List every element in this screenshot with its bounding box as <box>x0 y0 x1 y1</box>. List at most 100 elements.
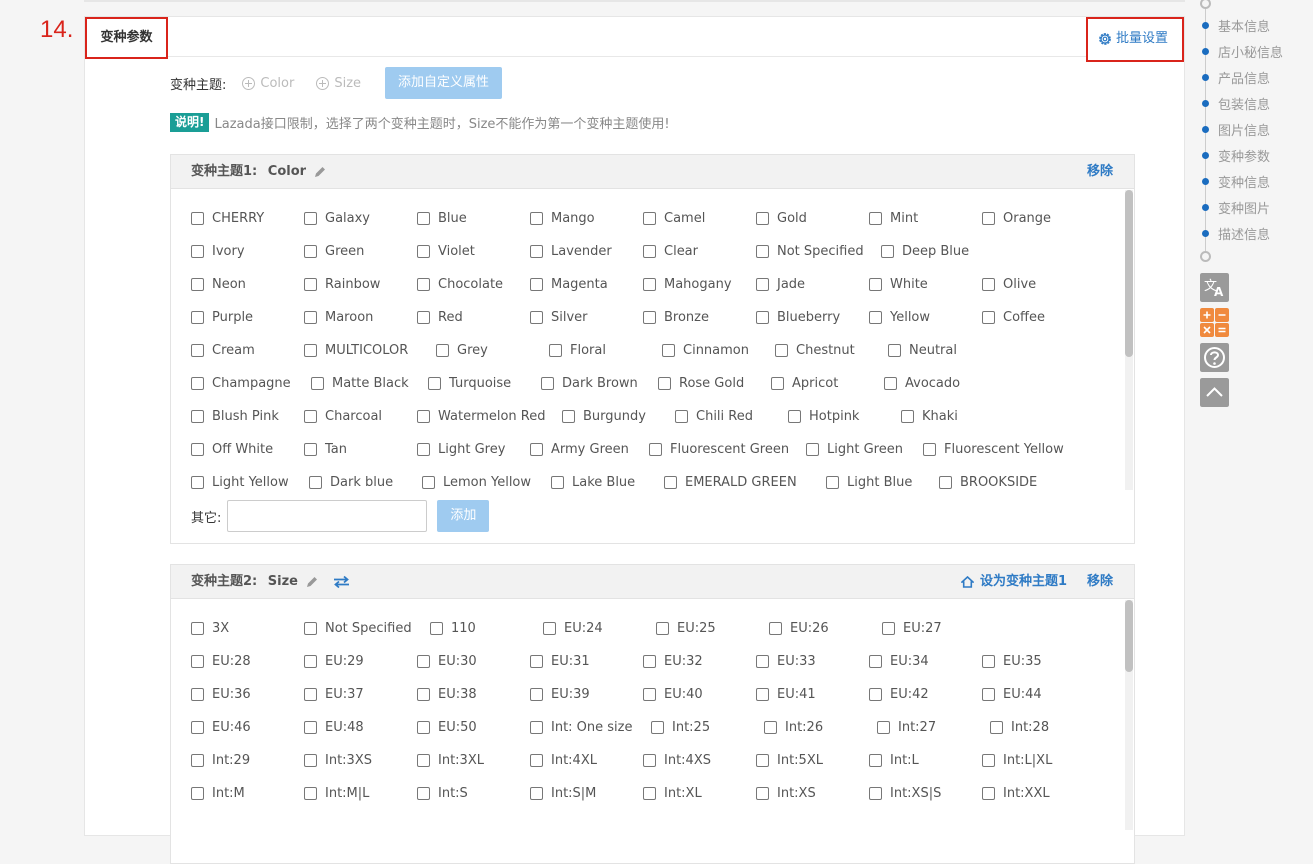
scroll-thumb[interactable] <box>1125 600 1133 672</box>
checkbox[interactable] <box>304 245 317 258</box>
variant-option[interactable]: Champagne <box>191 376 291 391</box>
variant-option[interactable]: Avocado <box>884 376 960 391</box>
variant-option[interactable]: Int:M|L <box>304 786 369 801</box>
batch-settings-button[interactable]: 批量设置 <box>1086 17 1184 62</box>
checkbox[interactable] <box>530 754 543 767</box>
variant-option[interactable]: Mint <box>869 211 918 226</box>
variant-option[interactable]: EU:40 <box>643 687 703 702</box>
variant-option[interactable]: Int:XS|S <box>869 786 941 801</box>
checkbox[interactable] <box>939 476 952 489</box>
variant-option[interactable]: Apricot <box>771 376 838 391</box>
checkbox[interactable] <box>436 344 449 357</box>
variant-option[interactable]: Fluorescent Green <box>649 442 789 457</box>
variant-option[interactable]: 3X <box>191 621 229 636</box>
variant-option[interactable]: Purple <box>191 310 253 325</box>
variant-option[interactable]: EU:28 <box>191 654 251 669</box>
checkbox[interactable] <box>869 787 882 800</box>
nav-item[interactable]: 图片信息 <box>1195 116 1313 142</box>
checkbox[interactable] <box>982 311 995 324</box>
variant-option[interactable]: EU:30 <box>417 654 477 669</box>
checkbox[interactable] <box>191 688 204 701</box>
checkbox[interactable] <box>982 688 995 701</box>
nav-item[interactable]: 变种参数 <box>1195 142 1313 168</box>
checkbox[interactable] <box>191 344 204 357</box>
variant-option[interactable]: Int:L|XL <box>982 753 1052 768</box>
add-button[interactable]: 添加 <box>437 500 490 532</box>
checkbox[interactable] <box>191 655 204 668</box>
checkbox[interactable] <box>304 622 317 635</box>
checkbox[interactable] <box>191 622 204 635</box>
checkbox[interactable] <box>304 721 317 734</box>
checkbox[interactable] <box>530 311 543 324</box>
variant-option[interactable]: Int:S|M <box>530 786 596 801</box>
theme-1-remove-button[interactable]: 移除 <box>1087 155 1113 189</box>
theme-2-remove-button[interactable]: 移除 <box>1087 565 1113 599</box>
variant-option[interactable]: Floral <box>549 343 606 358</box>
variant-option[interactable]: Cream <box>191 343 255 358</box>
variant-option[interactable]: Blue <box>417 211 467 226</box>
variant-option[interactable]: Off White <box>191 442 273 457</box>
checkbox[interactable] <box>304 754 317 767</box>
variant-option[interactable]: Int: One size <box>530 720 633 735</box>
variant-option[interactable]: Int:4XS <box>643 753 711 768</box>
variant-option[interactable]: EU:38 <box>417 687 477 702</box>
back-to-top-icon[interactable] <box>1200 378 1229 407</box>
variant-option[interactable]: Gold <box>756 211 807 226</box>
checkbox[interactable] <box>982 655 995 668</box>
checkbox[interactable] <box>643 754 656 767</box>
checkbox[interactable] <box>562 410 575 423</box>
variant-option[interactable]: Int:25 <box>651 720 710 735</box>
variant-option[interactable]: White <box>869 277 928 292</box>
variant-option[interactable]: Neon <box>191 277 246 292</box>
variant-option[interactable]: Int:3XL <box>417 753 484 768</box>
checkbox[interactable] <box>417 787 430 800</box>
calculator-icon[interactable] <box>1200 308 1229 337</box>
variant-option[interactable]: Int:5XL <box>756 753 823 768</box>
checkbox[interactable] <box>756 212 769 225</box>
checkbox[interactable] <box>869 278 882 291</box>
variant-option[interactable]: Red <box>417 310 463 325</box>
checkbox[interactable] <box>888 344 901 357</box>
variant-option[interactable]: Grey <box>436 343 488 358</box>
checkbox[interactable] <box>643 688 656 701</box>
checkbox[interactable] <box>530 688 543 701</box>
checkbox[interactable] <box>756 655 769 668</box>
variant-option[interactable]: Tan <box>304 442 347 457</box>
variant-option[interactable]: Not Specified <box>304 621 412 636</box>
checkbox[interactable] <box>756 245 769 258</box>
variant-option[interactable]: EU:29 <box>304 654 364 669</box>
variant-option[interactable]: Int:M <box>191 786 245 801</box>
checkbox[interactable] <box>675 410 688 423</box>
variant-option[interactable]: EU:24 <box>543 621 603 636</box>
variant-option[interactable]: Lavender <box>530 244 612 259</box>
checkbox[interactable] <box>191 377 204 390</box>
variant-option[interactable]: EU:34 <box>869 654 929 669</box>
checkbox[interactable] <box>826 476 839 489</box>
checkbox[interactable] <box>982 278 995 291</box>
checkbox[interactable] <box>869 655 882 668</box>
checkbox[interactable] <box>806 443 819 456</box>
variant-option[interactable]: Army Green <box>530 442 629 457</box>
variant-option[interactable]: Clear <box>643 244 698 259</box>
variant-option[interactable]: EU:44 <box>982 687 1042 702</box>
checkbox[interactable] <box>417 754 430 767</box>
variant-option[interactable]: Silver <box>530 310 588 325</box>
checkbox[interactable] <box>191 754 204 767</box>
checkbox[interactable] <box>756 754 769 767</box>
checkbox[interactable] <box>664 476 677 489</box>
variant-option[interactable]: Light Grey <box>417 442 505 457</box>
checkbox[interactable] <box>191 311 204 324</box>
variant-option[interactable]: Blush Pink <box>191 409 279 424</box>
checkbox[interactable] <box>191 721 204 734</box>
variant-option[interactable]: Light Yellow <box>191 475 289 489</box>
checkbox[interactable] <box>658 377 671 390</box>
checkbox[interactable] <box>756 688 769 701</box>
variant-option[interactable]: Watermelon Red <box>417 409 546 424</box>
checkbox[interactable] <box>771 377 784 390</box>
checkbox[interactable] <box>530 443 543 456</box>
variant-option[interactable]: EU:48 <box>304 720 364 735</box>
theme-1-scrollbar[interactable] <box>1125 190 1133 490</box>
checkbox[interactable] <box>643 311 656 324</box>
variant-option[interactable]: EU:35 <box>982 654 1042 669</box>
checkbox[interactable] <box>651 721 664 734</box>
